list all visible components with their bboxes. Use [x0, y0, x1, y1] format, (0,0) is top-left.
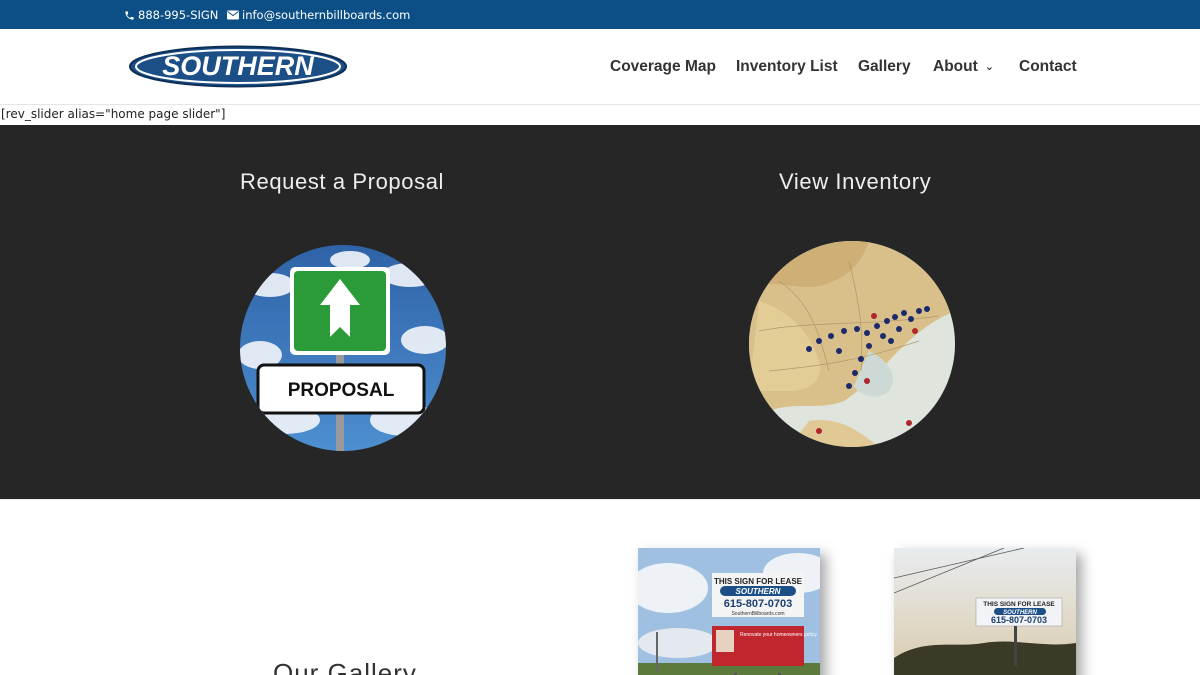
gallery-photo-2[interactable]: THIS SIGN FOR LEASE SOUTHERN 615-807-070…: [894, 548, 1076, 675]
slider-shortcode-text: [rev_slider alias="home page slider"]: [1, 107, 226, 121]
envelope-icon: [227, 10, 239, 20]
southern-logo[interactable]: SOUTHERN: [128, 45, 348, 88]
nav-gallery[interactable]: Gallery: [858, 58, 911, 76]
phone-text: 888-995-SIGN: [138, 8, 219, 22]
inventory-map-image[interactable]: [749, 241, 955, 447]
photo1-ad: Renovate your homeowners policy.: [740, 632, 818, 638]
photo2-phone: 615-807-0703: [991, 615, 1047, 625]
request-proposal-heading[interactable]: Request a Proposal: [240, 169, 444, 195]
nav-about[interactable]: About ⌄: [933, 58, 994, 76]
nav-coverage-map[interactable]: Coverage Map: [610, 58, 716, 76]
email-contact[interactable]: info@southernbillboards.com: [227, 8, 410, 22]
gallery-section: Our Gallery THIS SIGN FOR LEASE SOUTHERN…: [0, 499, 1200, 675]
photo1-phone: 615-807-0703: [724, 598, 793, 610]
nav-about-label: About: [933, 58, 978, 75]
email-text: info@southernbillboards.com: [242, 8, 411, 22]
chevron-down-icon: ⌄: [984, 61, 994, 73]
phone-contact[interactable]: 888-995-SIGN: [124, 8, 218, 22]
features-section: Request a Proposal View Inventory PROPOS…: [0, 125, 1200, 499]
photo2-line1: THIS SIGN FOR LEASE: [983, 601, 1055, 608]
photo1-brand: SOUTHERN: [736, 587, 781, 596]
gallery-heading: Our Gallery: [273, 658, 417, 675]
proposal-image[interactable]: PROPOSAL: [240, 245, 446, 451]
phone-icon: [125, 10, 134, 20]
logo-text: SOUTHERN: [162, 51, 314, 81]
nav-inventory-list[interactable]: Inventory List: [736, 58, 838, 76]
photo1-line1: THIS SIGN FOR LEASE: [714, 577, 803, 586]
top-bar: 888-995-SIGN info@southernbillboards.com: [0, 0, 1200, 29]
nav-contact[interactable]: Contact: [1019, 58, 1077, 76]
main-header: SOUTHERN Coverage Map Inventory List Gal…: [0, 29, 1200, 105]
view-inventory-heading[interactable]: View Inventory: [779, 169, 931, 195]
proposal-sign-text: PROPOSAL: [288, 380, 395, 401]
gallery-photo-1[interactable]: THIS SIGN FOR LEASE SOUTHERN 615-807-070…: [638, 548, 820, 675]
photo1-site: SouthernBillboards.com: [731, 611, 784, 617]
